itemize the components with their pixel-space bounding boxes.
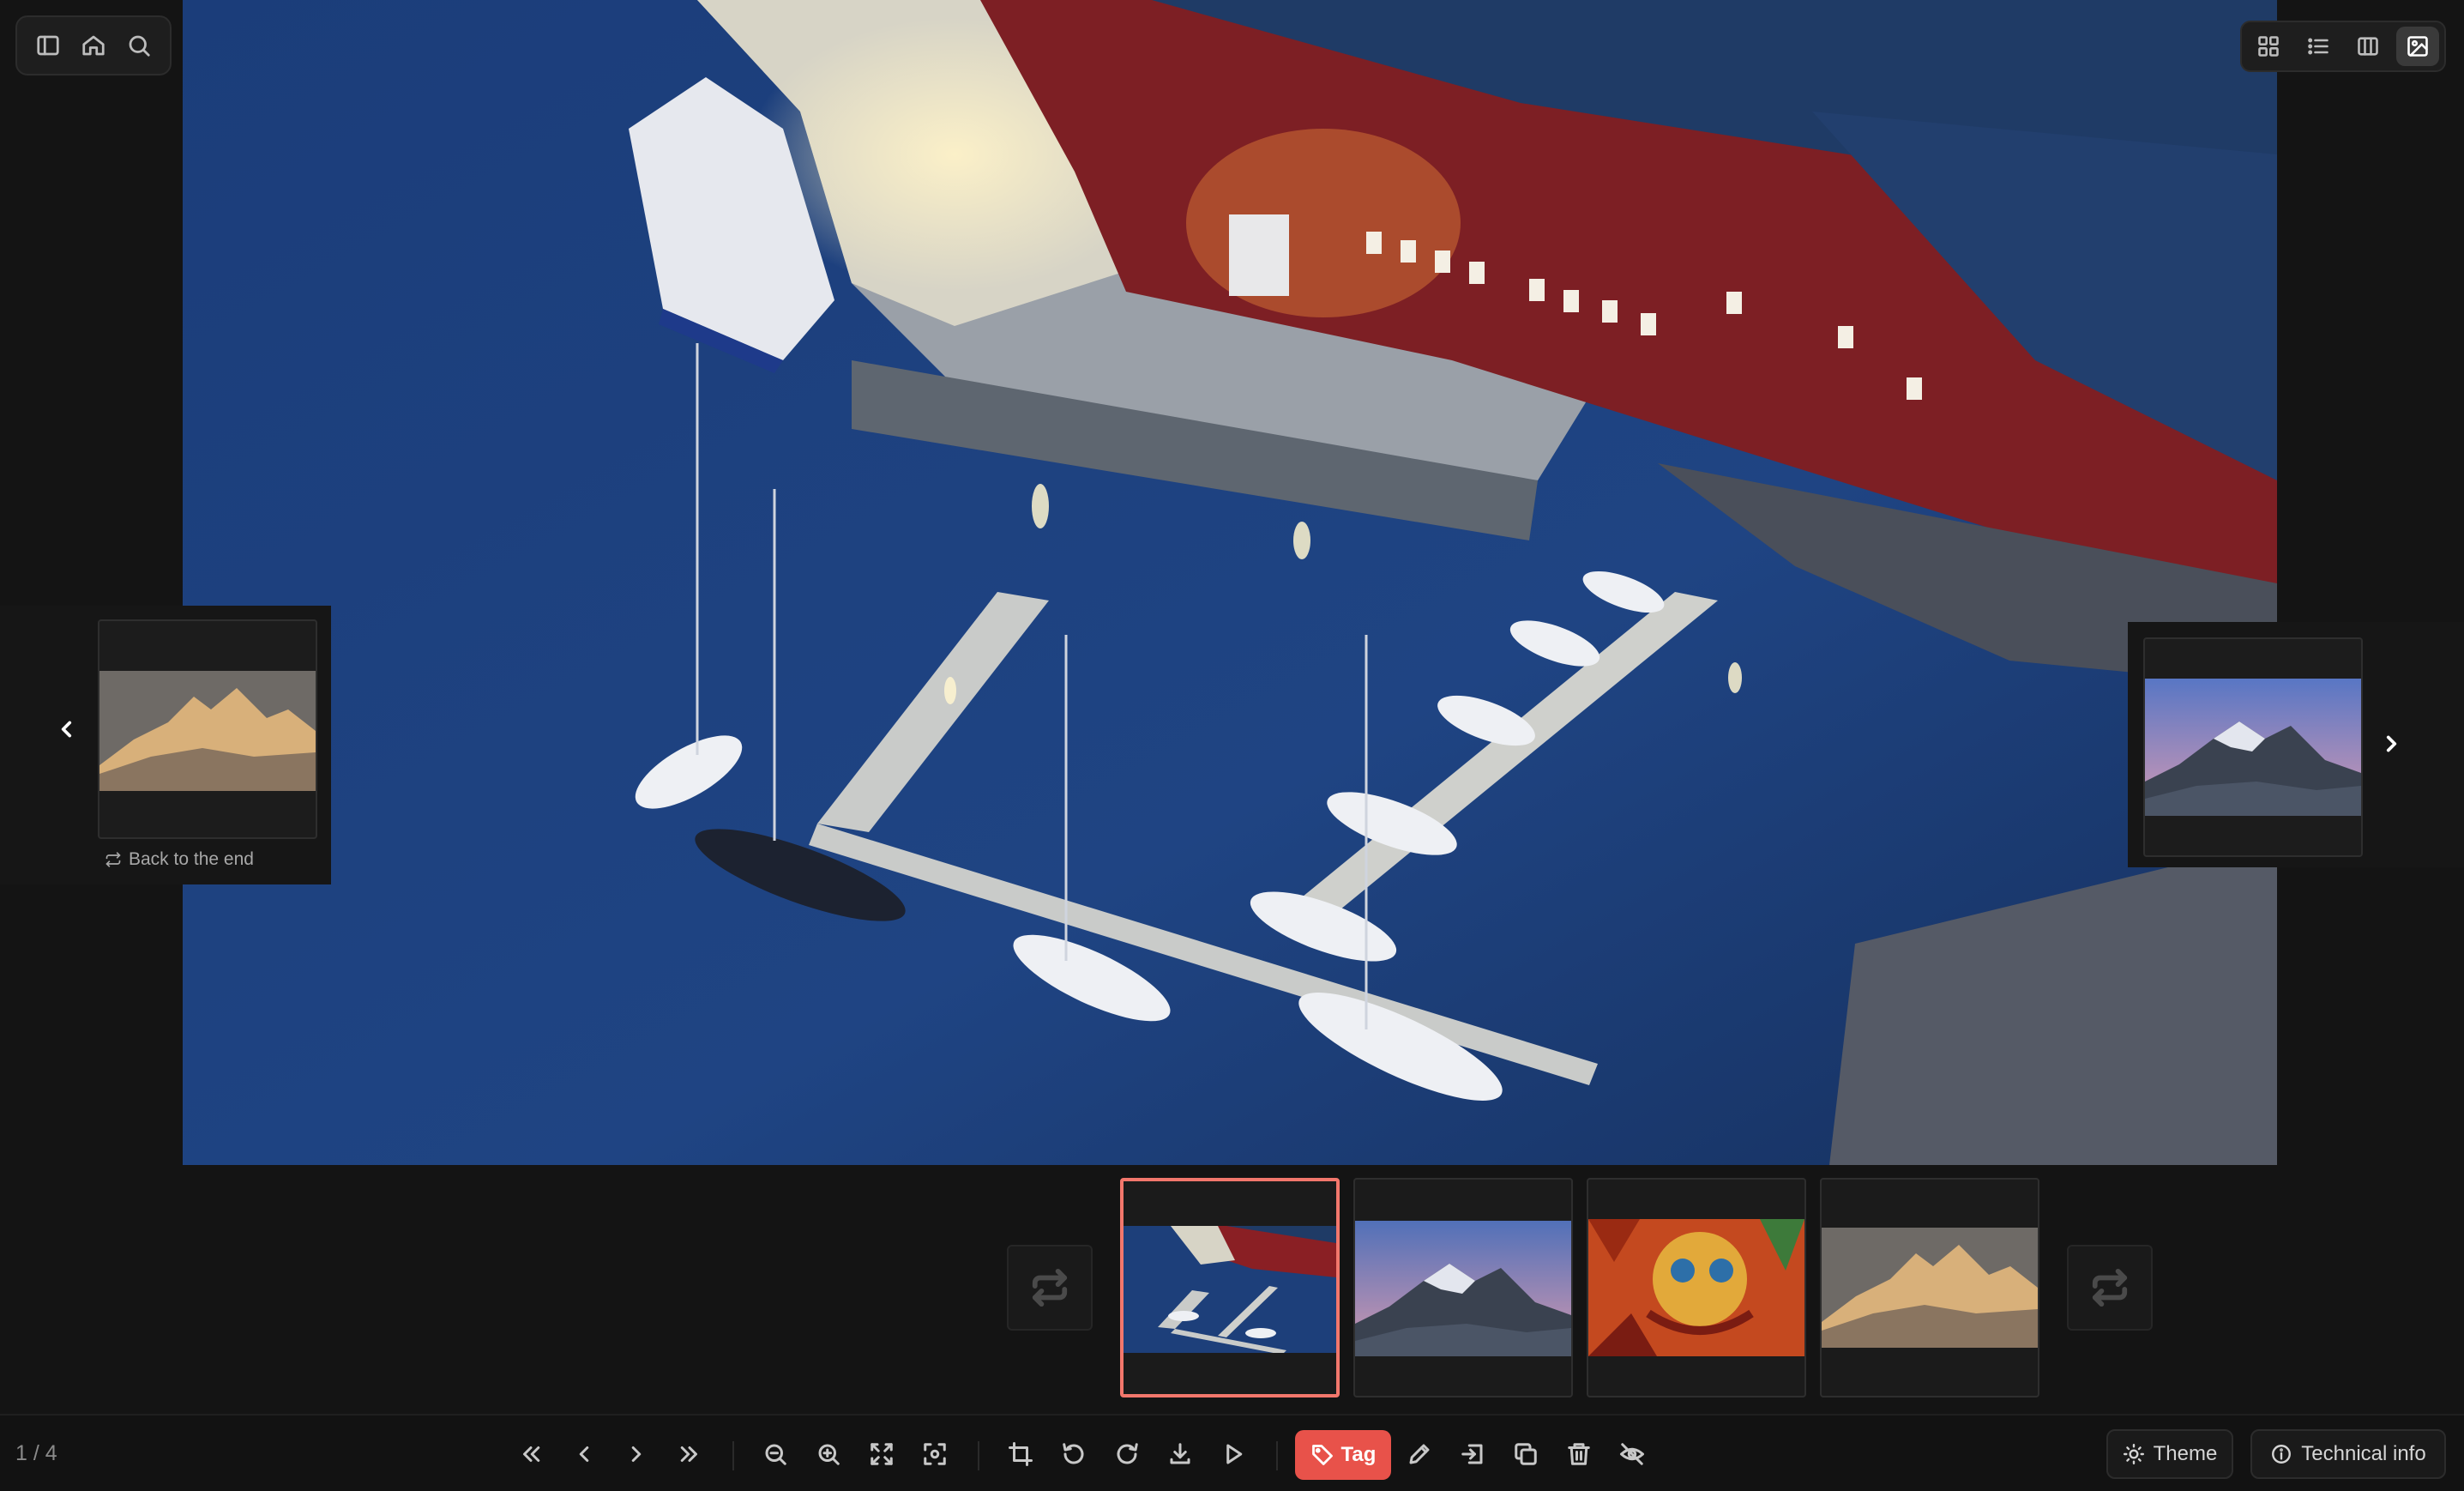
filmstrip-item[interactable] bbox=[1353, 1178, 1573, 1397]
pink-sky-mountain-thumbnail bbox=[2145, 679, 2361, 816]
rotate-left-icon[interactable] bbox=[1052, 1433, 1095, 1476]
toolbar-divider bbox=[732, 1441, 734, 1470]
harbor-thumbnail bbox=[1124, 1226, 1336, 1353]
grid-view-icon[interactable] bbox=[2247, 27, 2290, 66]
columns-view-icon[interactable] bbox=[2347, 27, 2389, 66]
technical-info-label: Technical info bbox=[2301, 1442, 2426, 1465]
back-to-end-label: Back to the end bbox=[129, 849, 254, 869]
zoom-in-icon[interactable] bbox=[807, 1433, 850, 1476]
loop-icon bbox=[105, 852, 121, 867]
edit-icon[interactable] bbox=[1398, 1433, 1441, 1476]
bottom-toolbar: 1 / 4 Tag Theme Technical info bbox=[0, 1414, 2464, 1491]
first-image-icon[interactable] bbox=[509, 1433, 552, 1476]
search-icon[interactable] bbox=[117, 24, 160, 67]
chevron-right-icon[interactable] bbox=[2374, 727, 2408, 761]
hide-icon[interactable] bbox=[1611, 1433, 1654, 1476]
loop-icon bbox=[2092, 1268, 2128, 1307]
play-slideshow-icon[interactable] bbox=[1212, 1433, 1255, 1476]
move-icon[interactable] bbox=[1451, 1433, 1494, 1476]
next-image-card[interactable] bbox=[2143, 637, 2363, 857]
next-image-preview[interactable] bbox=[2128, 622, 2464, 867]
home-icon[interactable] bbox=[72, 24, 115, 67]
toolbar-divider bbox=[1276, 1441, 1278, 1470]
pink-sky-mountain-thumbnail bbox=[1355, 1221, 1571, 1356]
tag-label: Tag bbox=[1340, 1443, 1377, 1466]
previous-image-icon[interactable] bbox=[563, 1433, 605, 1476]
previous-image-card[interactable] bbox=[98, 619, 317, 839]
list-view-icon[interactable] bbox=[2297, 27, 2340, 66]
next-image-icon[interactable] bbox=[615, 1433, 658, 1476]
actual-size-icon[interactable] bbox=[913, 1433, 956, 1476]
golden-mountain-thumbnail bbox=[1822, 1228, 2038, 1348]
main-photo bbox=[183, 0, 2277, 1165]
filmstrip-item[interactable] bbox=[1820, 1178, 2039, 1397]
info-icon bbox=[2272, 1445, 2292, 1464]
delete-icon[interactable] bbox=[1557, 1433, 1600, 1476]
filmstrip-item[interactable] bbox=[1120, 1178, 1340, 1397]
last-image-icon[interactable] bbox=[668, 1433, 711, 1476]
top-left-toolbar bbox=[15, 15, 172, 75]
view-switcher bbox=[2240, 21, 2446, 72]
download-icon[interactable] bbox=[1159, 1433, 1202, 1476]
rotate-right-icon[interactable] bbox=[1105, 1433, 1148, 1476]
chevron-left-icon[interactable] bbox=[50, 712, 84, 746]
tag-icon bbox=[1311, 1445, 1333, 1465]
loop-to-end-button[interactable] bbox=[1007, 1245, 1093, 1331]
theme-label: Theme bbox=[2153, 1442, 2218, 1465]
toolbar-divider bbox=[978, 1441, 979, 1470]
sun-icon bbox=[2123, 1443, 2144, 1465]
harbor-photo bbox=[183, 0, 2277, 1165]
sidebar-toggle-icon[interactable] bbox=[27, 24, 69, 67]
golden-mountain-thumbnail bbox=[99, 671, 316, 791]
crop-icon[interactable] bbox=[999, 1433, 1042, 1476]
loop-to-start-button[interactable] bbox=[2067, 1245, 2153, 1331]
image-view-icon[interactable] bbox=[2396, 27, 2439, 66]
back-to-end-caption[interactable]: Back to the end bbox=[105, 849, 254, 870]
dragon-mural-thumbnail bbox=[1588, 1219, 1804, 1356]
tag-button[interactable]: Tag bbox=[1295, 1430, 1391, 1480]
duplicate-icon[interactable] bbox=[1504, 1433, 1547, 1476]
zoom-out-icon[interactable] bbox=[754, 1433, 797, 1476]
loop-icon bbox=[1032, 1268, 1068, 1307]
technical-info-button[interactable]: Technical info bbox=[2250, 1429, 2446, 1479]
fit-to-screen-icon[interactable] bbox=[860, 1433, 903, 1476]
filmstrip-item[interactable] bbox=[1587, 1178, 1806, 1397]
previous-image-preview[interactable]: Back to the end bbox=[0, 606, 331, 884]
image-counter: 1 / 4 bbox=[15, 1441, 57, 1465]
theme-button[interactable]: Theme bbox=[2106, 1429, 2233, 1479]
